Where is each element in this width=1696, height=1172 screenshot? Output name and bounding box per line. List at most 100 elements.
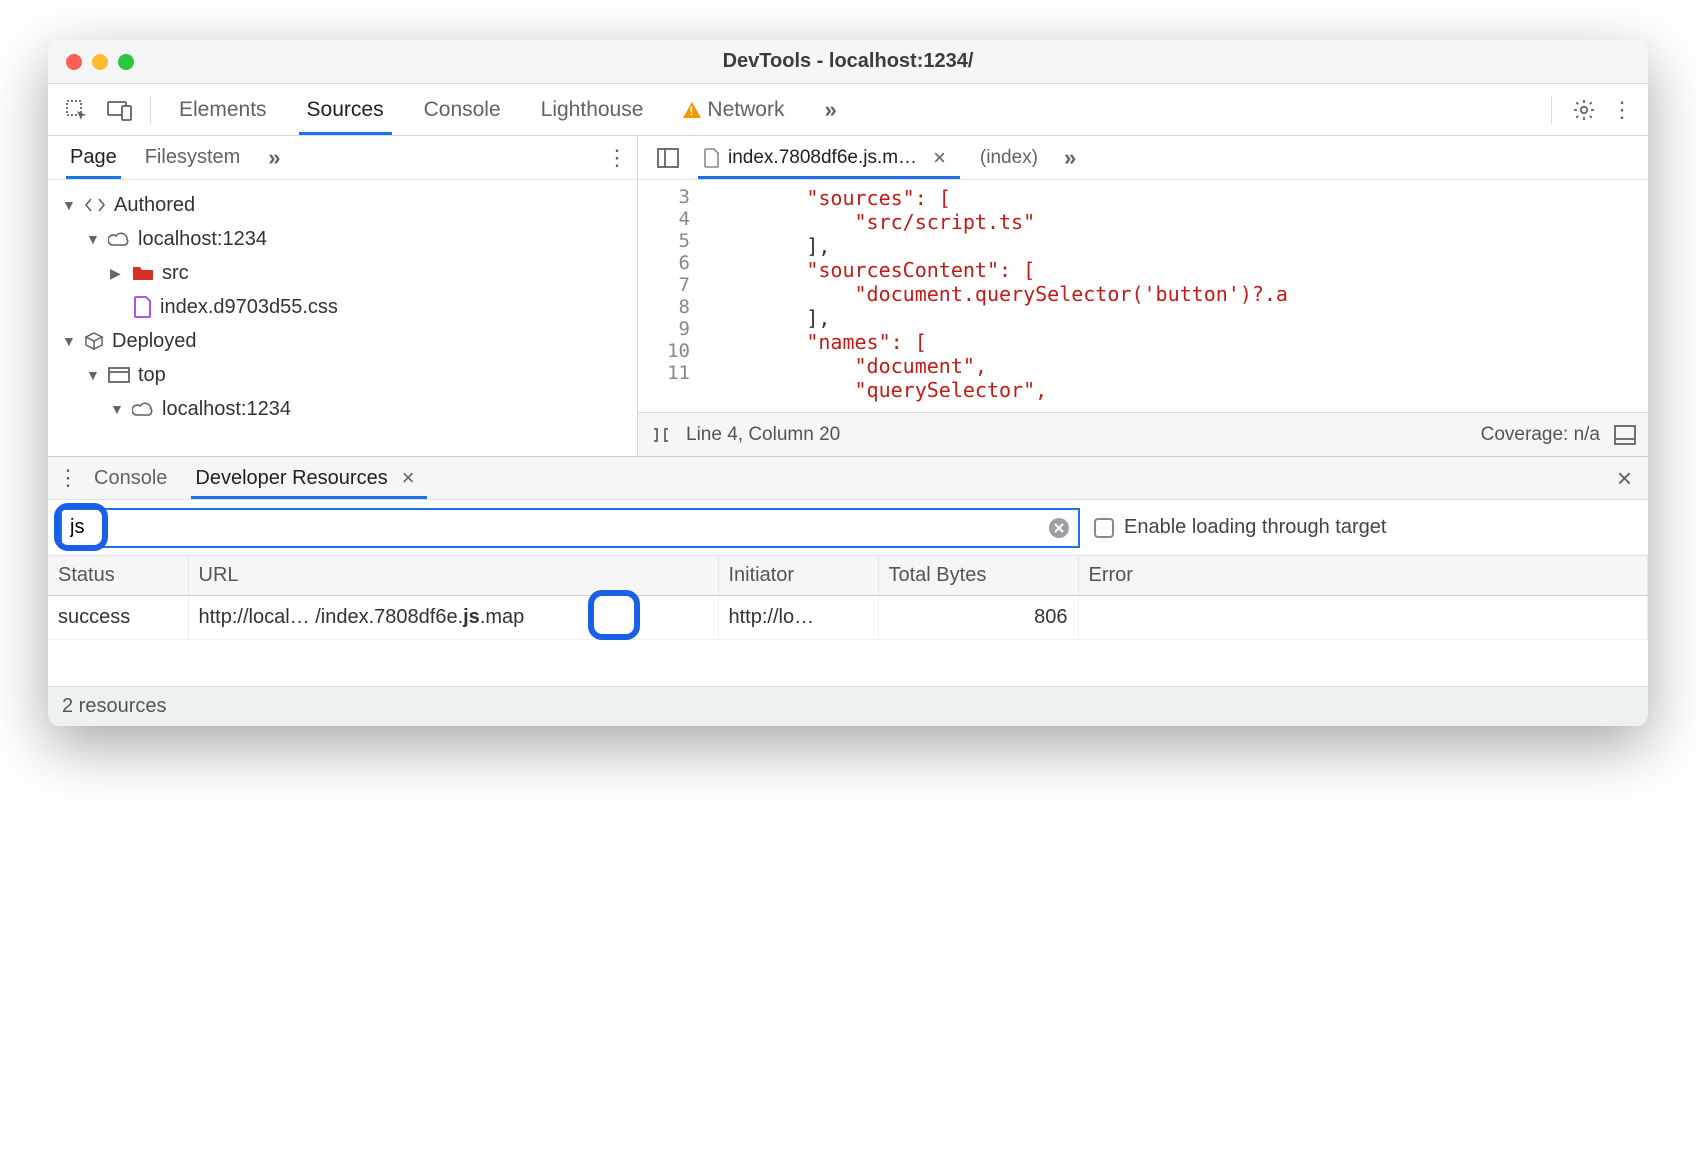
drawer-statusbar: 2 resources (48, 686, 1648, 726)
filter-bar: Enable loading through target (48, 500, 1648, 556)
file-tree: ▼ Authored ▼ localhost:1234 ▶ src index.… (48, 180, 637, 434)
tab-lighthouse[interactable]: Lighthouse (523, 84, 662, 135)
expand-icon: ▼ (62, 197, 76, 213)
subtab-filesystem[interactable]: Filesystem (131, 136, 255, 179)
cell-status: success (48, 596, 188, 640)
file-icon (704, 148, 720, 168)
more-tabs-button[interactable]: » (806, 84, 850, 135)
resources-count: 2 resources (62, 695, 167, 718)
toggle-navigator-icon[interactable] (648, 138, 688, 178)
filter-input[interactable] (70, 516, 1040, 539)
cube-icon (84, 331, 104, 351)
tree-group-deployed[interactable]: ▼ Deployed (58, 324, 627, 358)
subtab-page[interactable]: Page (56, 136, 131, 179)
tab-elements[interactable]: Elements (161, 84, 285, 135)
code-editor[interactable]: 34567891011 "sources": [ "src/script.ts"… (638, 180, 1648, 412)
editor-tabs: index.7808df6e.js.m… × (index) » (638, 136, 1648, 180)
chevrons-right-icon: » (268, 145, 276, 171)
editor-pane: index.7808df6e.js.m… × (index) » 3456789… (638, 136, 1648, 456)
navigator-pane: Page Filesystem » ⋮ ▼ Authored ▼ localho… (48, 136, 638, 456)
close-tab-button[interactable]: × (394, 465, 423, 491)
tab-label: Sources (307, 98, 384, 122)
tab-label: Developer Resources (195, 467, 387, 490)
folder-icon (132, 265, 154, 281)
expand-icon: ▼ (62, 333, 76, 349)
tab-label: Network (707, 98, 784, 122)
settings-button[interactable] (1564, 90, 1604, 130)
expand-icon: ▼ (86, 231, 100, 247)
tree-label: src (162, 262, 189, 285)
tab-sources[interactable]: Sources (289, 84, 402, 135)
code-icon (84, 196, 106, 214)
close-drawer-button[interactable]: × (1609, 463, 1640, 494)
tree-label: Deployed (112, 330, 197, 353)
more-subtabs-button[interactable]: » (254, 136, 290, 179)
tree-host-deployed[interactable]: ▼ localhost:1234 (58, 392, 627, 426)
sources-panel: Page Filesystem » ⋮ ▼ Authored ▼ localho… (48, 136, 1648, 456)
titlebar: DevTools - localhost:1234/ (48, 40, 1648, 84)
tree-label: localhost:1234 (162, 398, 291, 421)
drawer-tab-console[interactable]: Console (80, 457, 181, 499)
device-toolbar-icon[interactable] (100, 90, 140, 130)
toggle-sidebar-icon[interactable] (1614, 425, 1636, 445)
tab-label: Filesystem (145, 146, 241, 169)
cell-error (1078, 596, 1648, 640)
navigator-menu-button[interactable]: ⋮ (605, 147, 629, 169)
file-icon (134, 296, 152, 318)
col-initiator[interactable]: Initiator (718, 556, 878, 596)
pretty-print-icon[interactable] (650, 426, 672, 444)
editor-statusbar: Line 4, Column 20 Coverage: n/a (638, 412, 1648, 456)
close-tab-button[interactable]: × (925, 145, 954, 171)
filter-input-wrapper (60, 508, 1080, 548)
table-header-row: Status URL Initiator Total Bytes Error (48, 556, 1648, 596)
col-error[interactable]: Error (1078, 556, 1648, 596)
main-tabs: Elements Sources Console Lighthouse Netw… (161, 84, 1541, 135)
collapse-icon: ▶ (110, 265, 124, 282)
checkbox-label: Enable loading through target (1124, 516, 1386, 539)
table-row[interactable]: success http://local… /index.7808df6e.js… (48, 596, 1648, 640)
tree-folder-src[interactable]: ▶ src (58, 256, 627, 290)
main-toolbar: Elements Sources Console Lighthouse Netw… (48, 84, 1648, 136)
file-tab-active[interactable]: index.7808df6e.js.m… × (694, 136, 964, 179)
file-tab-label: (index) (980, 147, 1038, 169)
line-gutter: 34567891011 (638, 180, 702, 412)
cell-bytes: 806 (878, 596, 1078, 640)
tab-console[interactable]: Console (406, 84, 519, 135)
tab-network[interactable]: Network (665, 84, 802, 135)
code-area: "sources": [ "src/script.ts" ], "sources… (702, 180, 1648, 412)
enable-loading-checkbox[interactable]: Enable loading through target (1094, 516, 1386, 539)
checkbox-icon (1094, 518, 1114, 538)
warning-icon (683, 102, 701, 118)
file-tab-index[interactable]: (index) (970, 136, 1048, 179)
tree-frame-top[interactable]: ▼ top (58, 358, 627, 392)
inspect-element-icon[interactable] (56, 90, 96, 130)
navigator-tabs: Page Filesystem » ⋮ (48, 136, 637, 180)
expand-icon: ▼ (86, 367, 100, 383)
cursor-position: Line 4, Column 20 (686, 424, 840, 446)
tab-label: Elements (179, 98, 267, 122)
more-file-tabs[interactable]: » (1054, 136, 1082, 179)
gear-icon (1572, 98, 1596, 122)
tab-label: Lighthouse (541, 98, 644, 122)
divider (150, 96, 151, 124)
cell-initiator: http://lo… (718, 596, 878, 640)
drawer-tabs: ⋮ Console Developer Resources × × (48, 456, 1648, 500)
resources-table: Status URL Initiator Total Bytes Error s… (48, 556, 1648, 640)
col-status[interactable]: Status (48, 556, 188, 596)
tree-host[interactable]: ▼ localhost:1234 (58, 222, 627, 256)
tab-label: Console (424, 98, 501, 122)
cell-url: http://local… /index.7808df6e.js.map (188, 596, 718, 640)
tree-label: localhost:1234 (138, 228, 267, 251)
tab-label: Console (94, 467, 167, 490)
drawer-tab-devresources[interactable]: Developer Resources × (181, 457, 436, 499)
clear-filter-icon[interactable] (1048, 517, 1070, 539)
col-bytes[interactable]: Total Bytes (878, 556, 1078, 596)
tree-group-authored[interactable]: ▼ Authored (58, 188, 627, 222)
tree-label: top (138, 364, 166, 387)
devtools-window: DevTools - localhost:1234/ Elements Sour… (48, 40, 1648, 726)
drawer-menu-button[interactable]: ⋮ (56, 467, 80, 489)
col-url[interactable]: URL (188, 556, 718, 596)
frame-icon (108, 367, 130, 383)
kebab-menu-button[interactable]: ⋮ (1610, 99, 1634, 121)
tree-file-css[interactable]: index.d9703d55.css (58, 290, 627, 324)
